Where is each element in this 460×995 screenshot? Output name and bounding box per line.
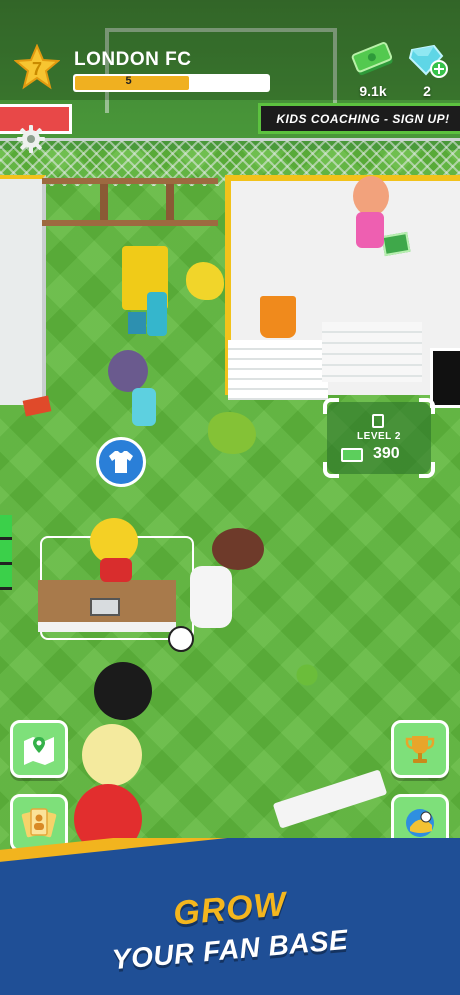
blue-bin (147, 292, 167, 336)
coach-character-head (353, 176, 389, 216)
player-character-head (212, 528, 264, 570)
queue-fan-1 (94, 662, 152, 720)
left-wall (0, 175, 46, 405)
trophy-button[interactable] (391, 720, 449, 778)
corner-bracket (419, 398, 435, 414)
kids-coaching-sign: KIDS COACHING - SIGN UP! (258, 103, 460, 134)
jersey-icon (109, 451, 133, 473)
cash-counter[interactable]: 9.1k (344, 40, 402, 99)
laptop (90, 598, 120, 616)
gem-icon (404, 40, 450, 80)
cash-value: 9.1k (359, 83, 387, 99)
blue-bucket (128, 312, 146, 334)
settings-button[interactable] (16, 124, 46, 154)
chair-icon (372, 414, 384, 428)
orange-bin (260, 296, 296, 338)
janitor-character-body (132, 388, 156, 426)
add-gems-icon[interactable] (430, 60, 448, 78)
gem-counter[interactable]: 2 (398, 40, 456, 99)
dark-doorway (430, 348, 460, 408)
potted-plant (282, 652, 332, 698)
gear-icon (17, 125, 45, 153)
wooden-fence (42, 178, 218, 226)
coach-character-body (356, 212, 384, 248)
football-icon (406, 809, 434, 837)
trophy-icon (405, 736, 435, 763)
staff-cards-icon (21, 808, 57, 838)
kids-coaching-text: KIDS COACHING - SIGN UP! (276, 111, 450, 126)
xp-value: 5 (125, 75, 132, 87)
gem-value: 2 (423, 83, 431, 99)
map-button[interactable] (10, 720, 68, 778)
janitor-character-head (108, 350, 148, 392)
xp-progress-bar: 5 (73, 74, 270, 92)
bush (208, 412, 256, 454)
receptionist-body (100, 558, 132, 582)
shirt-task-bubble[interactable] (96, 437, 146, 487)
green-blocks (0, 515, 12, 590)
corner-bracket (419, 462, 435, 478)
cash-icon (341, 448, 363, 462)
player-character-body (190, 566, 232, 628)
level-badge[interactable]: 7 (14, 44, 60, 90)
queue-fan-2 (82, 724, 142, 786)
corner-bracket (323, 462, 339, 478)
football (168, 626, 194, 652)
white-rail (272, 769, 388, 829)
court-steps (228, 340, 328, 400)
stairs (322, 322, 422, 382)
level-number: 7 (31, 58, 42, 79)
cash-icon (350, 40, 396, 80)
promo-banner: GROW YOUR FAN BASE (0, 838, 460, 995)
map-icon (24, 737, 54, 765)
upgrade-level-label: LEVEL 2 (357, 431, 401, 442)
upgrade-cost: 390 (373, 445, 400, 462)
seat-upgrade-badge[interactable]: LEVEL 2 390 (323, 398, 435, 478)
corner-bracket (323, 398, 339, 414)
club-name: LONDON FC (74, 49, 192, 70)
trash-bag (186, 262, 224, 300)
